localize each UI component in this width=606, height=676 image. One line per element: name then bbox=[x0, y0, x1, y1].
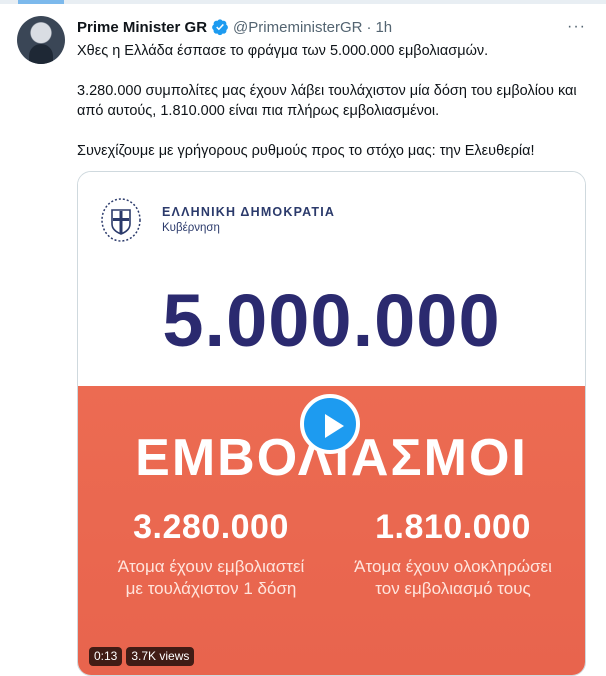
video-badges: 0:13 3.7K views bbox=[89, 647, 195, 666]
timestamp[interactable]: 1h bbox=[375, 19, 392, 36]
greek-emblem-icon bbox=[100, 197, 142, 243]
stat-caption: Άτομα έχουν ολοκληρώσει τον εμβολιασμό τ… bbox=[338, 556, 568, 600]
more-icon[interactable]: ··· bbox=[567, 18, 586, 36]
verified-badge-icon bbox=[211, 18, 229, 36]
total-vaccinations-number: 5.000.000 bbox=[162, 279, 501, 362]
tweet[interactable]: Prime Minister GR @PrimeministerGR · 1h … bbox=[0, 4, 606, 676]
avatar[interactable] bbox=[17, 16, 65, 64]
play-icon bbox=[325, 414, 344, 438]
author-handle[interactable]: @PrimeministerGR bbox=[233, 19, 362, 36]
views-badge: 3.7K views bbox=[126, 647, 195, 666]
tweet-paragraph: Χθες η Ελλάδα έσπασε το φράγμα των 5.000… bbox=[77, 43, 489, 59]
stat-caption-line: με τουλάχιστον 1 δόση bbox=[125, 579, 297, 598]
stat-first-dose: 3.280.000 Άτομα έχουν εμβολιαστεί με του… bbox=[96, 510, 326, 600]
tweet-header: Prime Minister GR @PrimeministerGR · 1h … bbox=[77, 16, 586, 38]
stat-number: 3.280.000 bbox=[133, 508, 289, 546]
tweet-text: Χθες η Ελλάδα έσπασε το φράγμα των 5.000… bbox=[77, 41, 587, 161]
separator-dot: · bbox=[366, 18, 372, 36]
duration-badge: 0:13 bbox=[89, 647, 123, 666]
card-top-panel: ΕΛΛΗΝΙΚΗ ΔΗΜΟΚΡΑΤΙΑ Κυβέρνηση 5.000.000 bbox=[78, 172, 585, 386]
stat-caption: Άτομα έχουν εμβολιαστεί με τουλάχιστον 1… bbox=[96, 556, 326, 600]
gov-subtitle: Κυβέρνηση bbox=[162, 222, 220, 234]
tweet-paragraph: Συνεχίζουμε με γρήγορους ρυθμούς προς το… bbox=[77, 143, 535, 159]
play-button[interactable] bbox=[300, 394, 360, 454]
stat-caption-line: Άτομα έχουν εμβολιαστεί bbox=[117, 557, 305, 576]
stat-fully-vaccinated: 1.810.000 Άτομα έχουν ολοκληρώσει τον εμ… bbox=[338, 510, 568, 600]
gov-title: ΕΛΛΗΝΙΚΗ ΔΗΜΟΚΡΑΤΙΑ bbox=[162, 205, 336, 219]
tweet-paragraph: 3.280.000 συμπολίτες μας έχουν λάβει του… bbox=[77, 83, 577, 119]
stat-caption-line: τον εμβολιασμό τους bbox=[375, 579, 531, 598]
author-name[interactable]: Prime Minister GR bbox=[77, 19, 207, 36]
stat-caption-line: Άτομα έχουν ολοκληρώσει bbox=[354, 557, 552, 576]
stat-number: 1.810.000 bbox=[375, 508, 531, 546]
video-card[interactable]: ΕΛΛΗΝΙΚΗ ΔΗΜΟΚΡΑΤΙΑ Κυβέρνηση 5.000.000 … bbox=[77, 171, 586, 676]
